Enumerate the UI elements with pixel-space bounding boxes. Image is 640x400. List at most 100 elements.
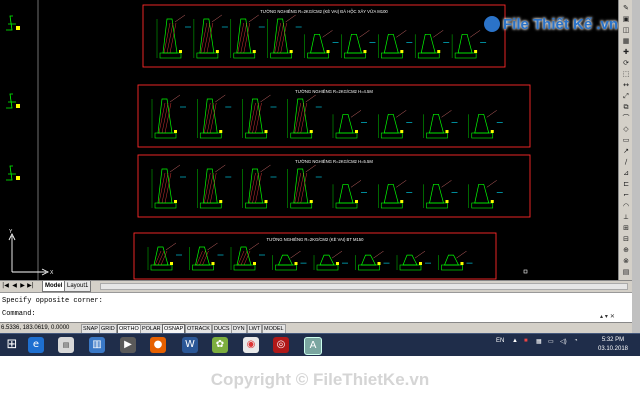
copy-icon[interactable]: ▣ <box>621 15 631 23</box>
wall-section <box>277 254 294 266</box>
watermark-footer: Copyright © FileThietKe.vn <box>0 356 640 400</box>
join-icon[interactable]: ⌐ <box>621 191 631 199</box>
marker <box>219 130 223 133</box>
slope-line <box>260 164 271 173</box>
library-icon[interactable]: ▥ <box>89 337 105 353</box>
wall-section <box>338 183 354 204</box>
erase-icon[interactable]: ✎ <box>621 4 631 12</box>
file-manager-icon[interactable]: ▤ <box>58 337 74 353</box>
command-window-controls[interactable]: ▴ ▾ ✕ <box>600 312 626 321</box>
zoom-out-icon[interactable]: ⊗ <box>621 257 631 265</box>
model-space-canvas[interactable]: TƯỜNG NGHIÊNG R=2KG/CM2 (KÈ VAI) ĐÁ HỘC … <box>0 0 618 280</box>
taskbar-clock[interactable]: 5:32 PM 03.10.2018 <box>590 336 636 354</box>
tab-model[interactable]: Model <box>42 281 66 292</box>
rotate-icon[interactable]: ⟳ <box>621 59 631 67</box>
chrome-icon[interactable]: ◉ <box>243 337 259 353</box>
command-prompt[interactable]: Command: <box>2 309 36 319</box>
command-window: Specify opposite corner: Command: ▴ ▾ ✕ <box>0 292 632 323</box>
next-tab-icon[interactable]: ▶ <box>19 282 26 290</box>
slope-line <box>248 14 259 23</box>
last-tab-icon[interactable]: ▶| <box>27 282 34 290</box>
picasa-icon[interactable]: ✿ <box>212 337 228 353</box>
marker <box>170 262 173 265</box>
properties-icon[interactable]: ▤ <box>621 268 631 276</box>
marker <box>294 262 298 265</box>
zoom-in-icon[interactable]: ⊕ <box>621 246 631 254</box>
edge-fragment-mark <box>16 26 20 30</box>
marker <box>419 262 422 265</box>
tray-antivirus-icon[interactable]: ■ <box>524 338 528 344</box>
rectangle-icon[interactable]: ▭ <box>621 136 631 144</box>
panel-title: TƯỜNG NGHIÊNG R=2KG/CM2 H=4.5M <box>295 89 373 94</box>
wall-section <box>443 254 460 266</box>
wall-footing <box>270 52 292 59</box>
clock-date: 03.10.2018 <box>597 346 629 352</box>
right-edge-strip <box>632 0 640 340</box>
break-icon[interactable]: ⊏ <box>621 180 631 188</box>
marker <box>264 130 268 133</box>
ucs-icon <box>11 236 46 273</box>
paste-icon[interactable]: ⧉ <box>621 103 631 111</box>
wall-footing <box>154 202 177 209</box>
fillet-icon[interactable]: ⌒ <box>621 114 631 122</box>
drawing-area[interactable]: TƯỜNG NGHIÊNG R=2KG/CM2 (KÈ VAI) ĐÁ HỘC … <box>0 0 618 280</box>
wall-footing <box>290 132 313 139</box>
wall-footing <box>233 52 256 59</box>
layer-icon[interactable]: ⊞ <box>621 224 631 232</box>
array-icon[interactable]: ⬚ <box>621 70 631 78</box>
marker <box>309 200 313 203</box>
firefox-icon[interactable]: ● <box>150 337 166 353</box>
scale-icon[interactable]: ⤢ <box>621 92 631 100</box>
prev-tab-icon[interactable]: ◀ <box>11 282 18 290</box>
extend-icon[interactable]: ↗ <box>621 147 631 155</box>
wall-footing <box>192 264 214 271</box>
edge-icon[interactable]: e <box>28 337 44 353</box>
autocad-red-icon[interactable]: ◎ <box>273 337 289 353</box>
section-hatch <box>207 172 214 204</box>
slope-line <box>215 94 226 103</box>
tray-wifi-icon[interactable]: ◔ <box>574 338 578 344</box>
slope-line <box>350 180 362 188</box>
move-icon[interactable]: ✚ <box>621 48 631 56</box>
tray-arrow-icon[interactable]: ▲ <box>512 338 518 344</box>
wall-section <box>347 33 362 54</box>
language-indicator[interactable]: EN <box>496 338 504 344</box>
stretch-icon[interactable]: ↔ <box>621 81 631 89</box>
line-icon[interactable]: ∕ <box>621 158 631 166</box>
slope-line <box>211 14 223 23</box>
marker <box>219 200 223 203</box>
marker <box>179 50 182 53</box>
trim-icon[interactable]: ⊿ <box>621 169 631 177</box>
marker <box>437 50 441 53</box>
section-hatch <box>203 22 211 54</box>
arc-icon[interactable]: ◠ <box>621 202 631 210</box>
section-hatch <box>240 22 247 54</box>
slope-line <box>350 110 362 118</box>
chamfer-icon[interactable]: ◇ <box>621 125 631 133</box>
tray-network-icon[interactable]: ▦ <box>536 338 542 345</box>
horizontal-scrollbar[interactable] <box>100 283 628 290</box>
cursor-pickbox <box>523 269 528 274</box>
perpendicular-icon[interactable]: ⟂ <box>621 213 631 221</box>
slope-line <box>165 242 177 251</box>
tray-battery-icon[interactable]: ▭ <box>548 338 554 345</box>
marker <box>336 262 339 265</box>
word-icon[interactable]: W <box>182 337 198 353</box>
tray-volume-icon[interactable]: ◁) <box>560 338 567 345</box>
autocad-app-icon[interactable]: A <box>304 337 322 355</box>
layer-off-icon[interactable]: ⊟ <box>621 235 631 243</box>
edge-fragment-mark <box>16 104 20 108</box>
mirror-icon[interactable]: ◫ <box>621 26 631 34</box>
tab-layout1[interactable]: Layout1 <box>64 281 92 292</box>
offset-icon[interactable]: ▦ <box>621 37 631 45</box>
wall-footing <box>381 52 403 59</box>
marker <box>445 200 449 203</box>
windows-start-icon[interactable]: ⊞ <box>4 337 20 353</box>
wall-footing <box>399 264 422 271</box>
marker <box>355 200 358 203</box>
first-tab-icon[interactable]: |◀ <box>2 282 9 290</box>
slope-line <box>285 14 296 23</box>
wall-footing <box>441 264 463 271</box>
media-player-icon[interactable]: ▶ <box>120 337 136 353</box>
edge-fragment <box>6 93 16 109</box>
